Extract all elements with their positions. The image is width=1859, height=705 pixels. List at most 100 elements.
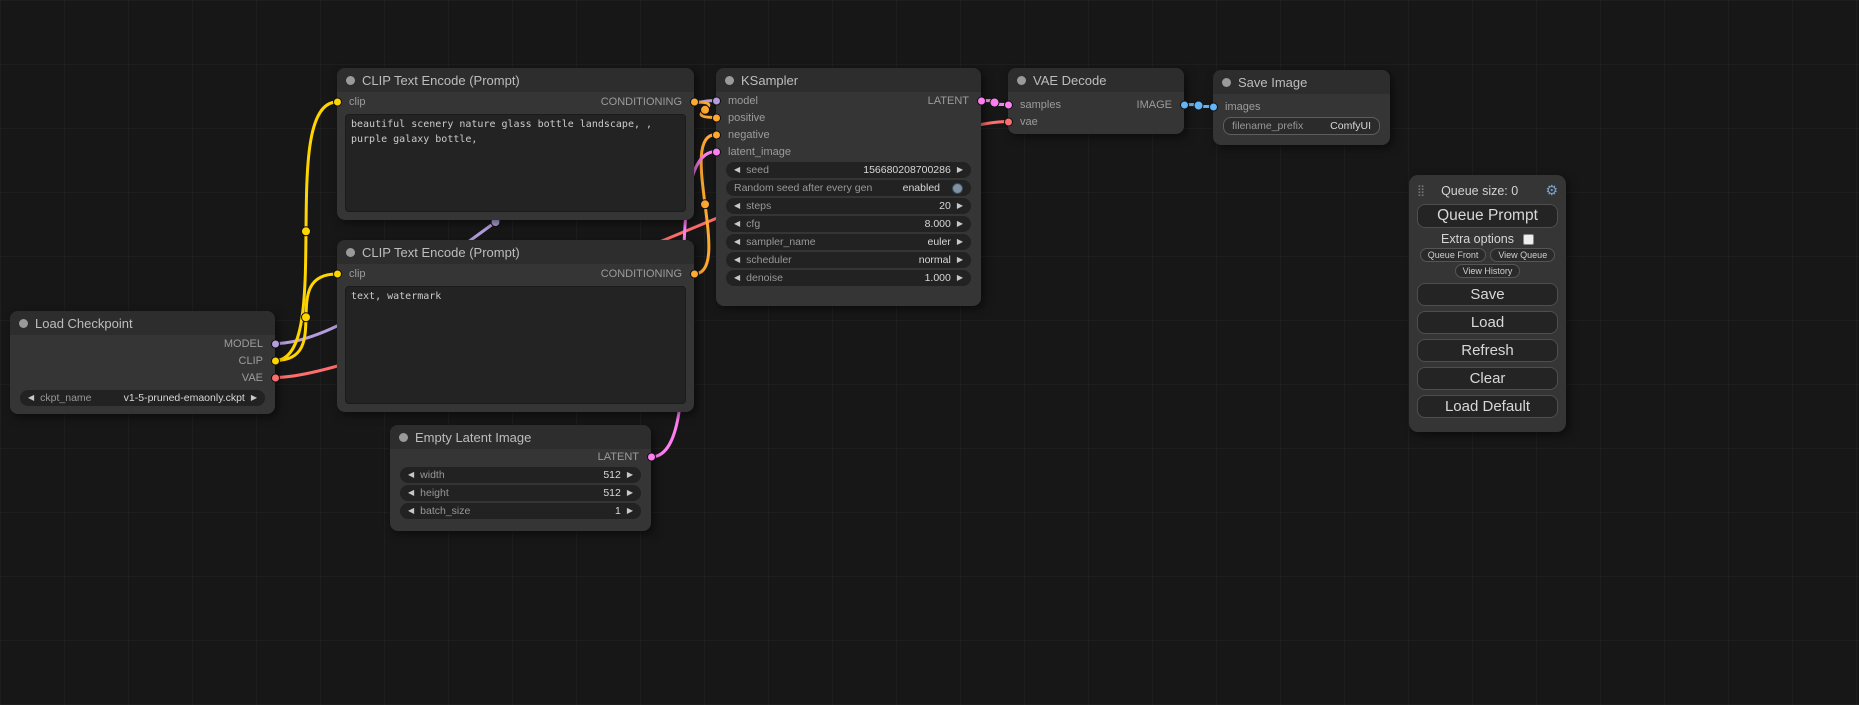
input-slot-latent-image[interactable]: [712, 147, 721, 156]
input-slot-negative[interactable]: [712, 130, 721, 139]
toggle-dot-icon[interactable]: [952, 183, 963, 194]
prev-arrow-icon[interactable]: ◀: [28, 394, 34, 402]
input-slot-samples[interactable]: [1004, 100, 1013, 109]
decrement-arrow-icon[interactable]: ◀: [734, 274, 740, 282]
load-button[interactable]: Load: [1417, 311, 1558, 334]
output-slot-model[interactable]: [271, 339, 280, 348]
increment-arrow-icon[interactable]: ▶: [957, 220, 963, 228]
widget-label: seed: [746, 164, 769, 176]
wire-clip-positive[interactable]: [275, 102, 337, 361]
increment-arrow-icon[interactable]: ▶: [957, 274, 963, 282]
output-slot-vae[interactable]: [271, 373, 280, 382]
prompt-textarea[interactable]: beautiful scenery nature glass bottle la…: [345, 114, 686, 212]
widget-label: height: [420, 487, 449, 499]
node-graph-canvas[interactable]: Load Checkpoint MODEL CLIP VAE ◀ ckpt_na…: [0, 0, 1859, 705]
node-title-bar[interactable]: CLIP Text Encode (Prompt): [337, 68, 694, 92]
seed-widget[interactable]: ◀ seed 156680208700286 ▶: [726, 162, 971, 178]
sampler-name-widget[interactable]: ◀ sampler_name euler ▶: [726, 234, 971, 250]
collapse-dot-icon[interactable]: [1222, 78, 1231, 87]
increment-arrow-icon[interactable]: ▶: [957, 202, 963, 210]
wire-clip-negative[interactable]: [275, 274, 337, 361]
node-vae-decode[interactable]: VAE Decode samples IMAGE vae: [1008, 68, 1184, 134]
denoise-widget[interactable]: ◀ denoise 1.000 ▶: [726, 270, 971, 286]
increment-arrow-icon[interactable]: ▶: [957, 166, 963, 174]
node-title-bar[interactable]: VAE Decode: [1008, 68, 1184, 92]
input-label-positive: positive: [728, 112, 765, 124]
drag-handle-icon[interactable]: ⣿: [1417, 184, 1425, 197]
load-default-button[interactable]: Load Default: [1417, 395, 1558, 418]
node-save-image[interactable]: Save Image images filename_prefix ComfyU…: [1213, 70, 1390, 145]
ckpt-name-widget[interactable]: ◀ ckpt_name v1-5-pruned-emaonly.ckpt ▶: [20, 390, 265, 406]
collapse-dot-icon[interactable]: [346, 248, 355, 257]
increment-arrow-icon[interactable]: ▶: [627, 489, 633, 497]
prev-arrow-icon[interactable]: ◀: [734, 238, 740, 246]
output-slot-conditioning[interactable]: [690, 270, 699, 279]
prev-arrow-icon[interactable]: ◀: [734, 256, 740, 264]
decrement-arrow-icon[interactable]: ◀: [734, 166, 740, 174]
extra-options-checkbox[interactable]: [1523, 234, 1534, 245]
view-history-button[interactable]: View History: [1455, 264, 1521, 278]
collapse-dot-icon[interactable]: [399, 433, 408, 442]
input-slot-clip[interactable]: [333, 98, 342, 107]
collapse-dot-icon[interactable]: [19, 319, 28, 328]
output-slot-conditioning[interactable]: [690, 98, 699, 107]
widget-value: 1: [615, 505, 621, 517]
next-arrow-icon[interactable]: ▶: [957, 238, 963, 246]
next-arrow-icon[interactable]: ▶: [957, 256, 963, 264]
input-row-images: images: [1213, 98, 1390, 115]
increment-arrow-icon[interactable]: ▶: [627, 507, 633, 515]
node-title-bar[interactable]: CLIP Text Encode (Prompt): [337, 240, 694, 264]
batch-size-widget[interactable]: ◀ batch_size 1 ▶: [400, 503, 641, 519]
node-title-bar[interactable]: KSampler: [716, 68, 981, 92]
clear-button[interactable]: Clear: [1417, 367, 1558, 390]
node-title: CLIP Text Encode (Prompt): [362, 73, 520, 88]
input-slot-vae[interactable]: [1004, 117, 1013, 126]
input-row-negative: negative: [716, 126, 981, 143]
decrement-arrow-icon[interactable]: ◀: [734, 220, 740, 228]
wire-conditioning-negative[interactable]: [694, 135, 716, 275]
node-title-bar[interactable]: Load Checkpoint: [10, 311, 275, 335]
output-slot-clip[interactable]: [271, 356, 280, 365]
input-label-clip: clip: [349, 268, 366, 280]
node-load-checkpoint[interactable]: Load Checkpoint MODEL CLIP VAE ◀ ckpt_na…: [10, 311, 275, 414]
collapse-dot-icon[interactable]: [346, 76, 355, 85]
scheduler-widget[interactable]: ◀ scheduler normal ▶: [726, 252, 971, 268]
decrement-arrow-icon[interactable]: ◀: [408, 489, 414, 497]
steps-widget[interactable]: ◀ steps 20 ▶: [726, 198, 971, 214]
collapse-dot-icon[interactable]: [1017, 76, 1026, 85]
node-empty-latent-image[interactable]: Empty Latent Image LATENT ◀ width 512 ▶ …: [390, 425, 651, 531]
decrement-arrow-icon[interactable]: ◀: [734, 202, 740, 210]
node-clip-text-encode-negative[interactable]: CLIP Text Encode (Prompt) clip CONDITION…: [337, 240, 694, 412]
cfg-widget[interactable]: ◀ cfg 8.000 ▶: [726, 216, 971, 232]
queue-front-button[interactable]: Queue Front: [1420, 248, 1487, 262]
random-seed-toggle-widget[interactable]: Random seed after every gen enabled: [726, 180, 971, 196]
view-queue-button[interactable]: View Queue: [1490, 248, 1555, 262]
width-widget[interactable]: ◀ width 512 ▶: [400, 467, 641, 483]
slot-row: clip CONDITIONING: [337, 92, 694, 112]
filename-prefix-widget[interactable]: filename_prefix ComfyUI: [1223, 117, 1380, 135]
input-slot-clip[interactable]: [333, 270, 342, 279]
output-slot-image[interactable]: [1180, 100, 1189, 109]
next-arrow-icon[interactable]: ▶: [251, 394, 257, 402]
node-title: Save Image: [1238, 75, 1307, 90]
input-slot-images[interactable]: [1209, 102, 1218, 111]
node-title: CLIP Text Encode (Prompt): [362, 245, 520, 260]
settings-gear-icon[interactable]: ⚙: [1545, 182, 1558, 199]
prompt-textarea[interactable]: text, watermark: [345, 286, 686, 404]
output-slot-latent[interactable]: [977, 96, 986, 105]
output-slot-latent[interactable]: [647, 453, 656, 462]
decrement-arrow-icon[interactable]: ◀: [408, 507, 414, 515]
node-title-bar[interactable]: Save Image: [1213, 70, 1390, 94]
node-title-bar[interactable]: Empty Latent Image: [390, 425, 651, 449]
increment-arrow-icon[interactable]: ▶: [627, 471, 633, 479]
input-slot-model[interactable]: [712, 96, 721, 105]
node-ksampler[interactable]: KSampler model LATENT positive negative …: [716, 68, 981, 306]
refresh-button[interactable]: Refresh: [1417, 339, 1558, 362]
decrement-arrow-icon[interactable]: ◀: [408, 471, 414, 479]
collapse-dot-icon[interactable]: [725, 76, 734, 85]
height-widget[interactable]: ◀ height 512 ▶: [400, 485, 641, 501]
input-slot-positive[interactable]: [712, 113, 721, 122]
node-clip-text-encode-positive[interactable]: CLIP Text Encode (Prompt) clip CONDITION…: [337, 68, 694, 220]
queue-prompt-button[interactable]: Queue Prompt: [1417, 204, 1558, 228]
save-button[interactable]: Save: [1417, 283, 1558, 306]
